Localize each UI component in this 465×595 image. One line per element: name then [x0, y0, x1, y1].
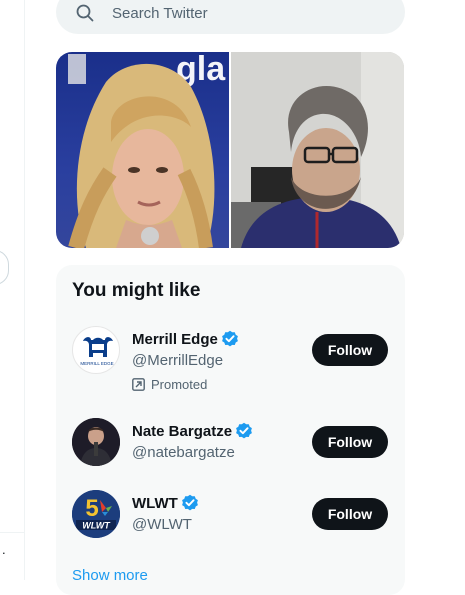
you-might-like-panel: You might like MERRILL EDGE Merrill Edge…: [56, 265, 405, 595]
avatar-caption: WLWT: [82, 521, 111, 531]
user-name[interactable]: Nate Bargatze: [132, 422, 253, 440]
suggestion-nate-bargatze[interactable]: Nate Bargatze @natebargatze Follow: [56, 418, 405, 478]
follow-button[interactable]: Follow: [312, 498, 388, 530]
show-more-link[interactable]: Show more: [72, 567, 148, 584]
user-name[interactable]: WLWT: [132, 494, 199, 512]
avatar[interactable]: 5 WLWT: [72, 490, 120, 538]
left-rail-divider: [0, 532, 24, 533]
left-rail-button[interactable]: [0, 250, 9, 285]
avatar-caption: MERRILL EDGE: [80, 361, 113, 366]
search-input[interactable]: Search Twitter: [112, 5, 208, 22]
verified-badge-icon: [221, 330, 238, 347]
more-dots[interactable]: .: [2, 543, 6, 556]
avatar[interactable]: [72, 418, 120, 466]
suggestion-wlwt[interactable]: 5 WLWT WLWT @WLWT Follow: [56, 490, 405, 550]
photo-right-art: [231, 52, 404, 248]
user-handle: @natebargatze: [132, 444, 235, 461]
panel-title: You might like: [72, 280, 201, 301]
photo-left[interactable]: gla: [56, 52, 229, 248]
user-name-text[interactable]: WLWT: [132, 495, 178, 512]
verified-badge-icon: [181, 494, 198, 511]
user-name[interactable]: Merrill Edge: [132, 330, 239, 348]
verified-badge-icon: [236, 422, 252, 439]
follow-button[interactable]: Follow: [312, 334, 388, 366]
wlwt-logo-icon: 5 WLWT: [72, 490, 120, 538]
search-icon: [76, 4, 94, 22]
avatar[interactable]: MERRILL EDGE: [72, 326, 120, 374]
follow-button[interactable]: Follow: [312, 426, 388, 458]
search-box[interactable]: Search Twitter: [56, 0, 405, 34]
photo-right[interactable]: [231, 52, 404, 248]
photo-left-art: gla: [68, 52, 226, 248]
person-photo-icon: [72, 418, 120, 466]
promoted-icon: [132, 378, 145, 391]
user-handle: @MerrillEdge: [132, 352, 224, 369]
left-column-border: [24, 0, 25, 580]
promoted-label: Promoted: [132, 377, 207, 392]
user-name-text[interactable]: Merrill Edge: [132, 331, 218, 348]
avatar-number: 5: [85, 495, 98, 522]
user-handle: @WLWT: [132, 516, 192, 533]
suggestion-merrill-edge[interactable]: MERRILL EDGE Merrill Edge @MerrillEdge P…: [56, 326, 405, 392]
user-name-text[interactable]: Nate Bargatze: [132, 423, 232, 440]
bull-logo-icon: MERRILL EDGE: [80, 337, 114, 366]
trending-media[interactable]: gla: [56, 52, 404, 248]
promoted-text: Promoted: [151, 377, 208, 392]
